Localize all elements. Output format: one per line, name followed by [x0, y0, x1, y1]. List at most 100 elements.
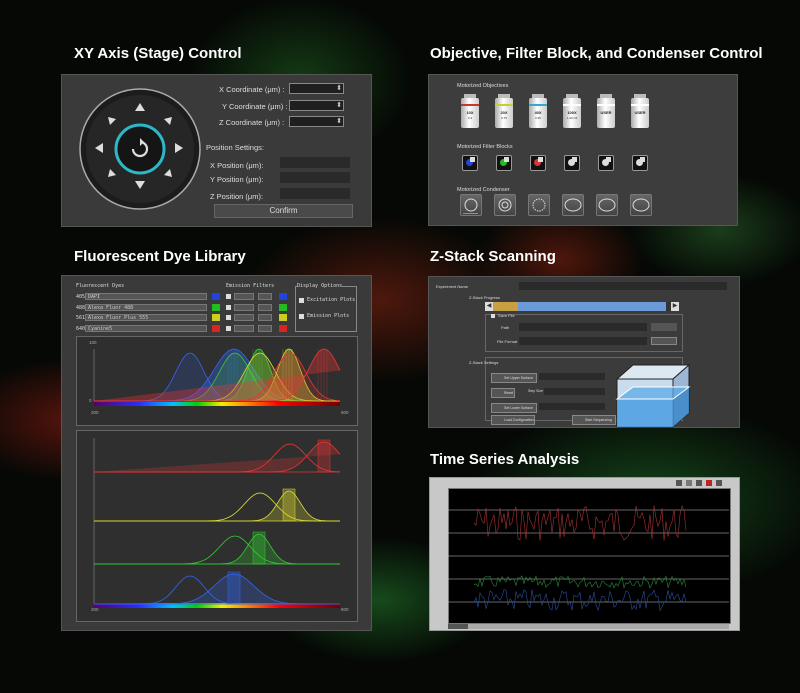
condenser-slot-2[interactable] [494, 194, 516, 216]
x-position-label: X Position (μm): [210, 161, 264, 170]
condenser-icon [498, 198, 512, 212]
emission-filter-checkbox[interactable] [226, 294, 231, 299]
save-file-checkbox[interactable] [491, 314, 495, 318]
zstack-progress-bar [493, 302, 679, 311]
objective-mag: USER [600, 110, 612, 115]
objective-slot-2[interactable]: 20X 0.75 [494, 94, 514, 128]
objective-slot-3[interactable]: 40X 0.95 [528, 94, 548, 128]
filter-band [317, 439, 331, 473]
dye-color-swatch[interactable] [212, 293, 220, 300]
filter-block-2[interactable] [496, 155, 512, 171]
file-format-label: File Format [497, 339, 518, 344]
objective-slot-1[interactable]: 10X 0.3 [460, 94, 480, 128]
emission-curve [94, 441, 341, 473]
objective-slot-4[interactable]: 100X 1.40 Oil [562, 94, 582, 128]
filter-color-swatch[interactable] [279, 293, 287, 300]
filter-min-input[interactable] [234, 303, 254, 311]
filter-color-swatch[interactable] [279, 303, 287, 311]
filter-min-input[interactable] [234, 324, 254, 332]
y-position-input[interactable] [280, 172, 350, 183]
objective-slot-6[interactable]: USER [630, 94, 650, 128]
path-input[interactable] [519, 323, 647, 331]
dye-color-swatch[interactable] [212, 324, 220, 332]
excitation-checkbox[interactable] [299, 298, 304, 303]
file-format-button[interactable] [651, 337, 677, 345]
file-format-input[interactable] [519, 337, 647, 345]
x-coordinate-label: X Coordinate (μm) : [219, 85, 285, 94]
zstack-cube-icon [615, 363, 691, 429]
progress-next-button[interactable]: ▶ [671, 302, 679, 311]
xy-control-title: XY Axis (Stage) Control [74, 45, 242, 62]
objective-na: 0.75 [501, 116, 507, 120]
arrow-left-icon[interactable] [94, 142, 104, 154]
z-coordinate-input[interactable]: ⬍ [289, 116, 344, 127]
y-coordinate-label: Y Coordinate (μm) : [222, 102, 288, 111]
plot1-xmin: 300 [91, 410, 99, 415]
arrow-down-right-icon[interactable] [163, 168, 173, 178]
filter-block-6[interactable] [632, 155, 648, 171]
ts-color-icon[interactable] [706, 480, 712, 486]
filter-max-input[interactable] [258, 324, 272, 332]
progress-prev-button[interactable]: ◀ [485, 302, 493, 311]
filter-block-5[interactable] [598, 155, 614, 171]
dye-select[interactable]: Alexa Fluor 488 [85, 303, 207, 311]
set-lower-button[interactable]: Set Lower Surface [491, 403, 537, 413]
condenser-slot-1[interactable] [460, 194, 482, 216]
browse-button[interactable] [651, 323, 677, 331]
arrow-right-icon[interactable] [174, 142, 184, 154]
arrow-up-right-icon[interactable] [163, 116, 173, 126]
set-upper-button[interactable]: Set Upper Surface [491, 373, 537, 383]
condenser-icon [632, 198, 650, 212]
arrow-up-icon[interactable] [134, 102, 146, 112]
arrow-down-left-icon[interactable] [107, 168, 117, 178]
confirm-button[interactable]: Confirm [214, 204, 353, 218]
load-config-button[interactable]: Load Configuration [491, 415, 535, 425]
dye-select[interactable]: Cyanine5 [85, 324, 207, 332]
ts-export-icon[interactable] [716, 480, 722, 486]
emission-label: Emission Plots [307, 313, 350, 319]
filter-color-swatch[interactable] [279, 324, 287, 332]
filter-min-input[interactable] [234, 293, 254, 300]
display-options-box [295, 286, 357, 332]
dye-select[interactable]: Alexa Fluor Plus 555 [85, 314, 207, 321]
z-position-input[interactable] [280, 188, 350, 199]
recenter-icon[interactable] [129, 138, 151, 160]
arrow-up-left-icon[interactable] [107, 116, 117, 126]
ts-scroll-thumb[interactable] [448, 624, 468, 629]
condenser-slot-4[interactable] [562, 194, 584, 216]
filter-block-3[interactable] [530, 155, 546, 171]
filter-min-input[interactable] [234, 314, 254, 321]
emission-filter-checkbox[interactable] [226, 304, 231, 310]
dye-select[interactable]: DAPI [85, 293, 207, 300]
x-position-input[interactable] [280, 157, 350, 168]
emission-filter-checkbox[interactable] [226, 325, 231, 331]
dye-color-swatch[interactable] [212, 314, 220, 321]
ts-grid-icon[interactable] [676, 480, 682, 486]
reset-button[interactable]: Reset [491, 388, 515, 398]
ts-zoom-icon[interactable] [696, 480, 702, 486]
dye-wavelength: 405 [76, 294, 86, 300]
ts-fit-icon[interactable] [686, 480, 692, 486]
condenser-slot-5[interactable] [596, 194, 618, 216]
filter-max-input[interactable] [258, 303, 272, 311]
ts-scrollbar[interactable] [448, 624, 729, 629]
condenser-slot-3[interactable] [528, 194, 550, 216]
emission-checkbox[interactable] [299, 314, 304, 319]
condenser-slot-6[interactable] [630, 194, 652, 216]
dye-color-swatch[interactable] [212, 303, 220, 311]
filter-block-4[interactable] [564, 155, 580, 171]
filter-max-input[interactable] [258, 314, 272, 321]
objective-slot-5[interactable]: USER [596, 94, 616, 128]
filter-color-swatch[interactable] [279, 314, 287, 321]
arrow-down-icon[interactable] [134, 180, 146, 190]
start-sequencing-button[interactable]: Start Sequencing [572, 415, 616, 425]
x-coordinate-input[interactable]: ⬍ [289, 83, 344, 94]
reset-label: Reset [504, 391, 514, 395]
filter-blocks-label: Motorized Filter Blocks [457, 144, 513, 150]
y-coordinate-input[interactable]: ⬍ [289, 100, 344, 111]
step-size-input[interactable] [544, 388, 605, 395]
filter-max-input[interactable] [258, 293, 272, 300]
filter-block-1[interactable] [462, 155, 478, 171]
experiment-name-input[interactable] [519, 282, 727, 290]
emission-filter-checkbox[interactable] [226, 315, 231, 320]
